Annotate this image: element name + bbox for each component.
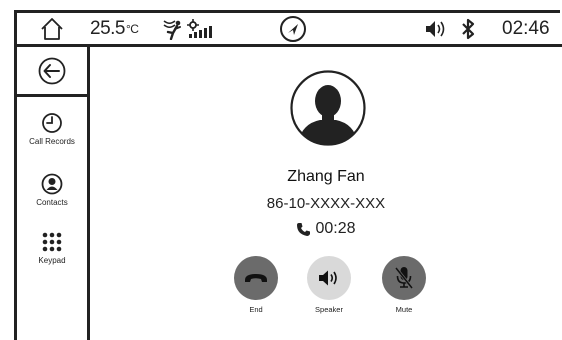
mute-control: Mute (374, 256, 434, 314)
back-arrow-icon (38, 57, 66, 84)
home-icon[interactable] (40, 13, 64, 44)
sidebar-item-call-records[interactable]: Call Records (17, 112, 87, 146)
mic-off-icon (394, 267, 414, 289)
status-bar: 25.5 °C 02:46 (17, 13, 562, 47)
call-duration-value: 00:28 (315, 220, 356, 237)
sidebar-item-label: Call Records (29, 137, 75, 146)
speaker-icon (319, 270, 337, 286)
mute-label: Mute (395, 305, 413, 314)
phone-icon (297, 222, 311, 236)
temperature-unit: °C (125, 21, 139, 36)
speaker-button[interactable] (307, 256, 351, 300)
person-avatar-icon (290, 70, 366, 146)
call-panel: Zhang Fan 86-10-XXXX-XXX 00:28 End Speak… (90, 47, 562, 340)
sidebar-item-label: Contacts (36, 198, 68, 207)
sidebar-item-keypad[interactable]: Keypad (17, 231, 87, 265)
fan-direction-icon[interactable] (162, 13, 184, 44)
temperature-value: 25.5 (90, 17, 125, 39)
sidebar: Call Records Contacts Keypad (17, 47, 90, 340)
fan-speed-icon[interactable] (187, 13, 217, 44)
contact-icon (41, 173, 63, 195)
clock-time: 02:46 (502, 17, 550, 39)
contact-name: Zhang Fan (287, 168, 365, 185)
back-button[interactable] (17, 47, 87, 97)
end-call-label: End (249, 305, 263, 314)
mute-button[interactable] (382, 256, 426, 300)
end-call-control: End (226, 256, 286, 314)
volume-icon[interactable] (425, 13, 447, 44)
hangup-icon (245, 274, 267, 282)
sidebar-item-contacts[interactable]: Contacts (17, 173, 87, 207)
navigation-icon[interactable] (279, 13, 307, 44)
sidebar-item-label: Keypad (38, 256, 66, 265)
call-duration: 00:28 (90, 220, 562, 238)
contact-number: 86-10-XXXX-XXX (266, 195, 386, 212)
speaker-control: Speaker (299, 256, 359, 314)
speaker-label: Speaker (315, 305, 343, 314)
end-call-button[interactable] (234, 256, 278, 300)
temperature-readout: 25.5 °C (90, 13, 139, 44)
clock-icon (42, 113, 62, 133)
bluetooth-icon[interactable] (460, 13, 476, 44)
keypad-icon (42, 232, 62, 252)
